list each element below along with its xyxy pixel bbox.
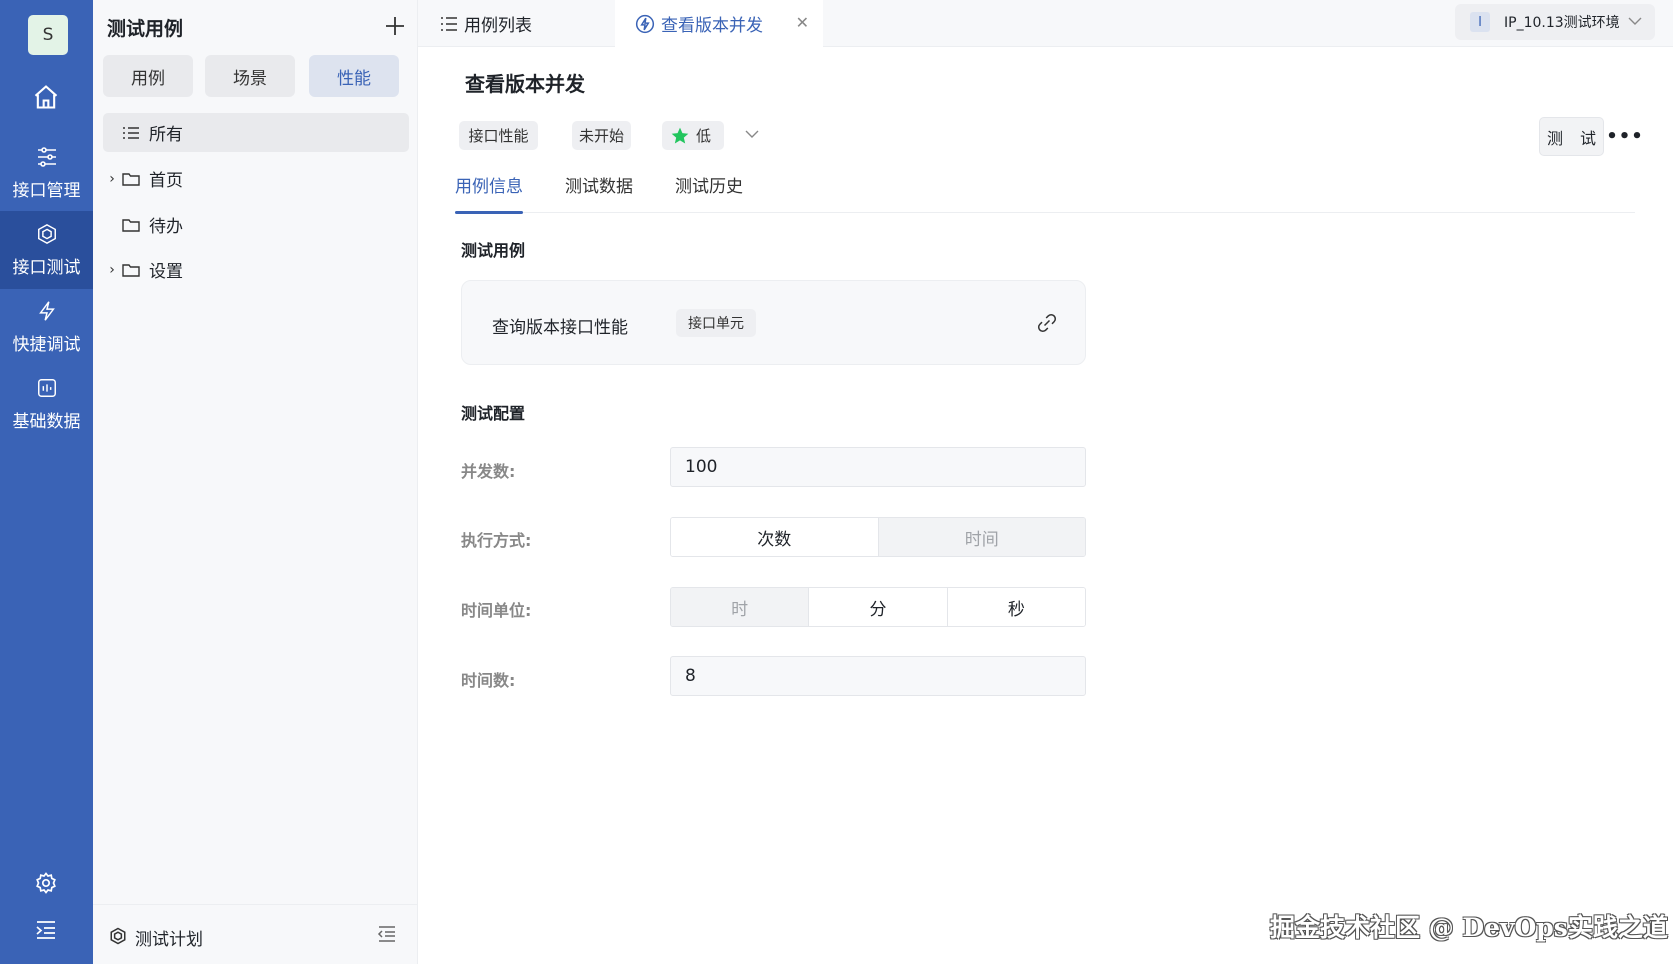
chevron-down-icon <box>1627 13 1643 33</box>
case-name: 查询版本接口性能 <box>492 318 628 338</box>
subtab-test-history[interactable]: 测试历史 <box>675 172 743 213</box>
tab-label: 查看版本并发 <box>661 16 763 36</box>
unit-option-minute[interactable]: 分 <box>809 588 948 626</box>
settings-gear-icon[interactable] <box>31 868 61 898</box>
section-title-test-case: 测试用例 <box>461 241 526 260</box>
lightning-icon <box>35 300 59 322</box>
status-badge[interactable]: 未开始 <box>572 121 631 150</box>
concurrency-label: 并发数: <box>461 462 516 481</box>
tree-item-label: 所有 <box>149 125 183 145</box>
test-plan-label: 测试计划 <box>135 930 203 950</box>
hexagon-cube-icon <box>109 927 127 949</box>
tab-case-list[interactable]: 用例列表 <box>418 0 614 47</box>
star-icon <box>670 126 690 146</box>
time-count-label: 时间数: <box>461 671 516 690</box>
tree-item-todo[interactable]: 待办 <box>103 205 409 244</box>
chevron-right-icon[interactable]: › <box>103 262 121 278</box>
time-unit-label: 时间单位: <box>461 601 532 620</box>
subtab-bar: 用例信息 测试数据 测试历史 <box>455 172 1635 214</box>
home-icon[interactable] <box>31 82 61 112</box>
sliders-icon <box>35 146 59 168</box>
tree-item-label: 设置 <box>149 262 183 282</box>
tree-item-label: 待办 <box>149 217 183 237</box>
rail-item-api-testing[interactable]: 接口测试 <box>0 211 93 289</box>
tree-item-all[interactable]: 所有 <box>103 113 409 152</box>
menu-indent-icon[interactable] <box>31 915 61 945</box>
tab-view-version-concurrency[interactable]: 查看版本并发 ✕ <box>615 0 823 47</box>
lightning-circle-icon <box>635 14 655 34</box>
case-card[interactable]: 查询版本接口性能 接口单元 <box>461 280 1086 365</box>
rail-item-quick-debug[interactable]: 快捷调试 <box>0 288 93 366</box>
test-plan-footer[interactable]: 测试计划 <box>93 904 417 964</box>
panel-title: 测试用例 <box>107 18 184 40</box>
rail-item-label: 接口测试 <box>12 257 81 278</box>
environment-selector[interactable]: I IP_10.13测试环境 <box>1455 4 1655 40</box>
test-button[interactable]: 测 试 <box>1539 117 1604 156</box>
env-label: IP_10.13测试环境 <box>1504 15 1620 31</box>
execution-mode-label: 执行方式: <box>461 531 532 550</box>
chart-box-icon <box>36 377 58 399</box>
env-badge: I <box>1470 12 1490 32</box>
unit-option-hour[interactable]: 时 <box>671 588 810 626</box>
chevron-down-icon[interactable] <box>744 126 760 146</box>
rail-item-api-management[interactable]: 接口管理 <box>0 134 93 212</box>
segment-scenarios[interactable]: 场景 <box>205 55 295 97</box>
tree-item-label: 首页 <box>149 171 183 191</box>
rail-item-label: 基础数据 <box>12 411 81 432</box>
collapse-panel-icon[interactable] <box>377 925 397 947</box>
priority-badge[interactable]: 低 <box>662 121 724 150</box>
tree-item-settings[interactable]: › 设置 <box>103 250 409 289</box>
unit-option-second[interactable]: 秒 <box>947 588 1085 626</box>
tab-label: 用例列表 <box>464 16 532 36</box>
folder-icon <box>121 261 141 279</box>
execution-mode-group: 次数 时间 <box>670 517 1086 557</box>
tree-item-home[interactable]: › 首页 <box>103 159 409 198</box>
more-icon[interactable]: ••• <box>1606 124 1643 148</box>
mode-option-count[interactable]: 次数 <box>671 518 879 556</box>
mode-option-time[interactable]: 时间 <box>878 518 1085 556</box>
avatar[interactable]: S <box>28 15 68 55</box>
segment-performance[interactable]: 性能 <box>309 55 399 97</box>
priority-label: 低 <box>696 127 712 145</box>
close-icon[interactable]: ✕ <box>796 13 809 32</box>
subtab-case-info[interactable]: 用例信息 <box>455 172 523 214</box>
list-icon <box>121 124 141 142</box>
case-tree-panel: 测试用例 用例 场景 性能 所有 › 首页 待办 › 设置 测试计划 <box>93 0 418 964</box>
concurrency-input[interactable]: 100 <box>670 447 1086 487</box>
subtab-test-data[interactable]: 测试数据 <box>565 172 633 213</box>
folder-icon <box>121 170 141 188</box>
page-title: 查看版本并发 <box>465 72 585 96</box>
rail-item-label: 快捷调试 <box>12 334 81 355</box>
chevron-right-icon[interactable]: › <box>103 171 121 187</box>
time-count-input[interactable]: 8 <box>670 656 1086 696</box>
type-tag: 接口性能 <box>459 121 538 150</box>
watermark: 掘金技术社区 @ DevOps实践之道 <box>1270 913 1668 942</box>
left-rail: S 接口管理 接口测试 快捷调试 基础数据 <box>0 0 93 964</box>
folder-icon <box>121 216 141 234</box>
time-unit-group: 时 分 秒 <box>670 587 1086 627</box>
hexagon-cube-icon <box>35 223 59 245</box>
rail-item-base-data[interactable]: 基础数据 <box>0 365 93 443</box>
unlink-icon[interactable] <box>1037 313 1057 337</box>
add-icon[interactable] <box>383 14 407 38</box>
list-icon <box>440 16 458 32</box>
section-title-test-config: 测试配置 <box>461 404 526 423</box>
tab-bar: 用例列表 查看版本并发 ✕ I IP_10.13测试环境 <box>418 0 1673 47</box>
segment-cases[interactable]: 用例 <box>103 55 193 97</box>
rail-item-label: 接口管理 <box>12 180 81 201</box>
case-tag: 接口单元 <box>676 309 756 337</box>
